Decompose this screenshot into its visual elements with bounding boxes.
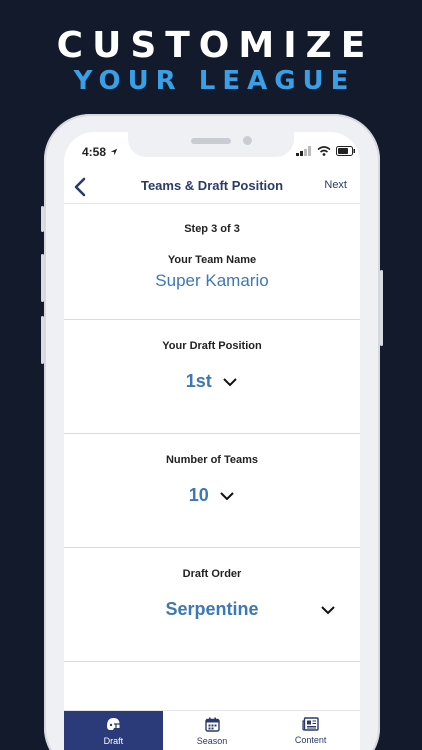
tab-season[interactable]: Season [163, 711, 262, 750]
team-name-section: Step 3 of 3 Your Team Name Super Kamario [64, 205, 360, 320]
battery-icon [336, 146, 355, 156]
power-button [380, 270, 383, 346]
team-name-label: Your Team Name [167, 254, 257, 266]
number-of-teams-label: Number of Teams [165, 454, 259, 466]
promo-headline: CUSTOMIZE [56, 25, 375, 66]
draft-order-select[interactable]: Serpentine [64, 599, 360, 623]
calendar-icon [204, 717, 220, 732]
number-of-teams-select[interactable]: 10 [64, 485, 360, 506]
mute-switch [41, 206, 44, 232]
chevron-down-icon [220, 492, 234, 501]
volume-down-button [41, 316, 44, 364]
status-time: 4:58 [82, 145, 118, 159]
status-icons [296, 146, 356, 156]
speaker-grille [191, 138, 231, 144]
signal-icon [296, 146, 311, 156]
helmet-icon [107, 718, 121, 730]
tab-draft[interactable]: Draft [64, 711, 163, 750]
draft-position-value: 1st [185, 371, 212, 391]
chevron-down-icon [223, 378, 237, 387]
tab-season-label: Season [196, 736, 228, 746]
location-arrow-icon [111, 148, 118, 156]
draft-position-select[interactable]: 1st [64, 371, 360, 392]
wifi-icon [317, 146, 331, 156]
chevron-down-icon [321, 606, 335, 615]
draft-order-section: Draft Order Serpentine [64, 548, 360, 662]
navigation-bar: Teams & Draft Position Next [64, 172, 360, 204]
newspaper-icon [302, 717, 319, 731]
draft-order-value: Serpentine [165, 599, 259, 619]
next-button[interactable]: Next [324, 179, 347, 191]
tab-draft-label: Draft [103, 736, 124, 746]
tab-content[interactable]: Content [261, 711, 360, 750]
promo-subheadline: YOUR LEAGUE [73, 66, 356, 96]
tab-content-label: Content [294, 735, 327, 745]
team-name-input[interactable]: Super Kamario [64, 271, 360, 291]
front-camera [243, 136, 252, 145]
draft-order-label: Draft Order [182, 568, 242, 580]
draft-position-section: Your Draft Position 1st [64, 320, 360, 434]
nav-title: Teams & Draft Position [140, 178, 284, 193]
step-indicator: Step 3 of 3 [184, 223, 240, 235]
volume-up-button [41, 254, 44, 302]
tab-bar: Draft Season Content [64, 710, 360, 750]
number-of-teams-section: Number of Teams 10 [64, 434, 360, 548]
app-screen: 4:58 Teams & Draft Position Next Step 3 … [64, 132, 360, 750]
number-of-teams-value: 10 [188, 485, 209, 505]
draft-position-label: Your Draft Position [162, 340, 262, 352]
status-time-text: 4:58 [82, 145, 107, 159]
